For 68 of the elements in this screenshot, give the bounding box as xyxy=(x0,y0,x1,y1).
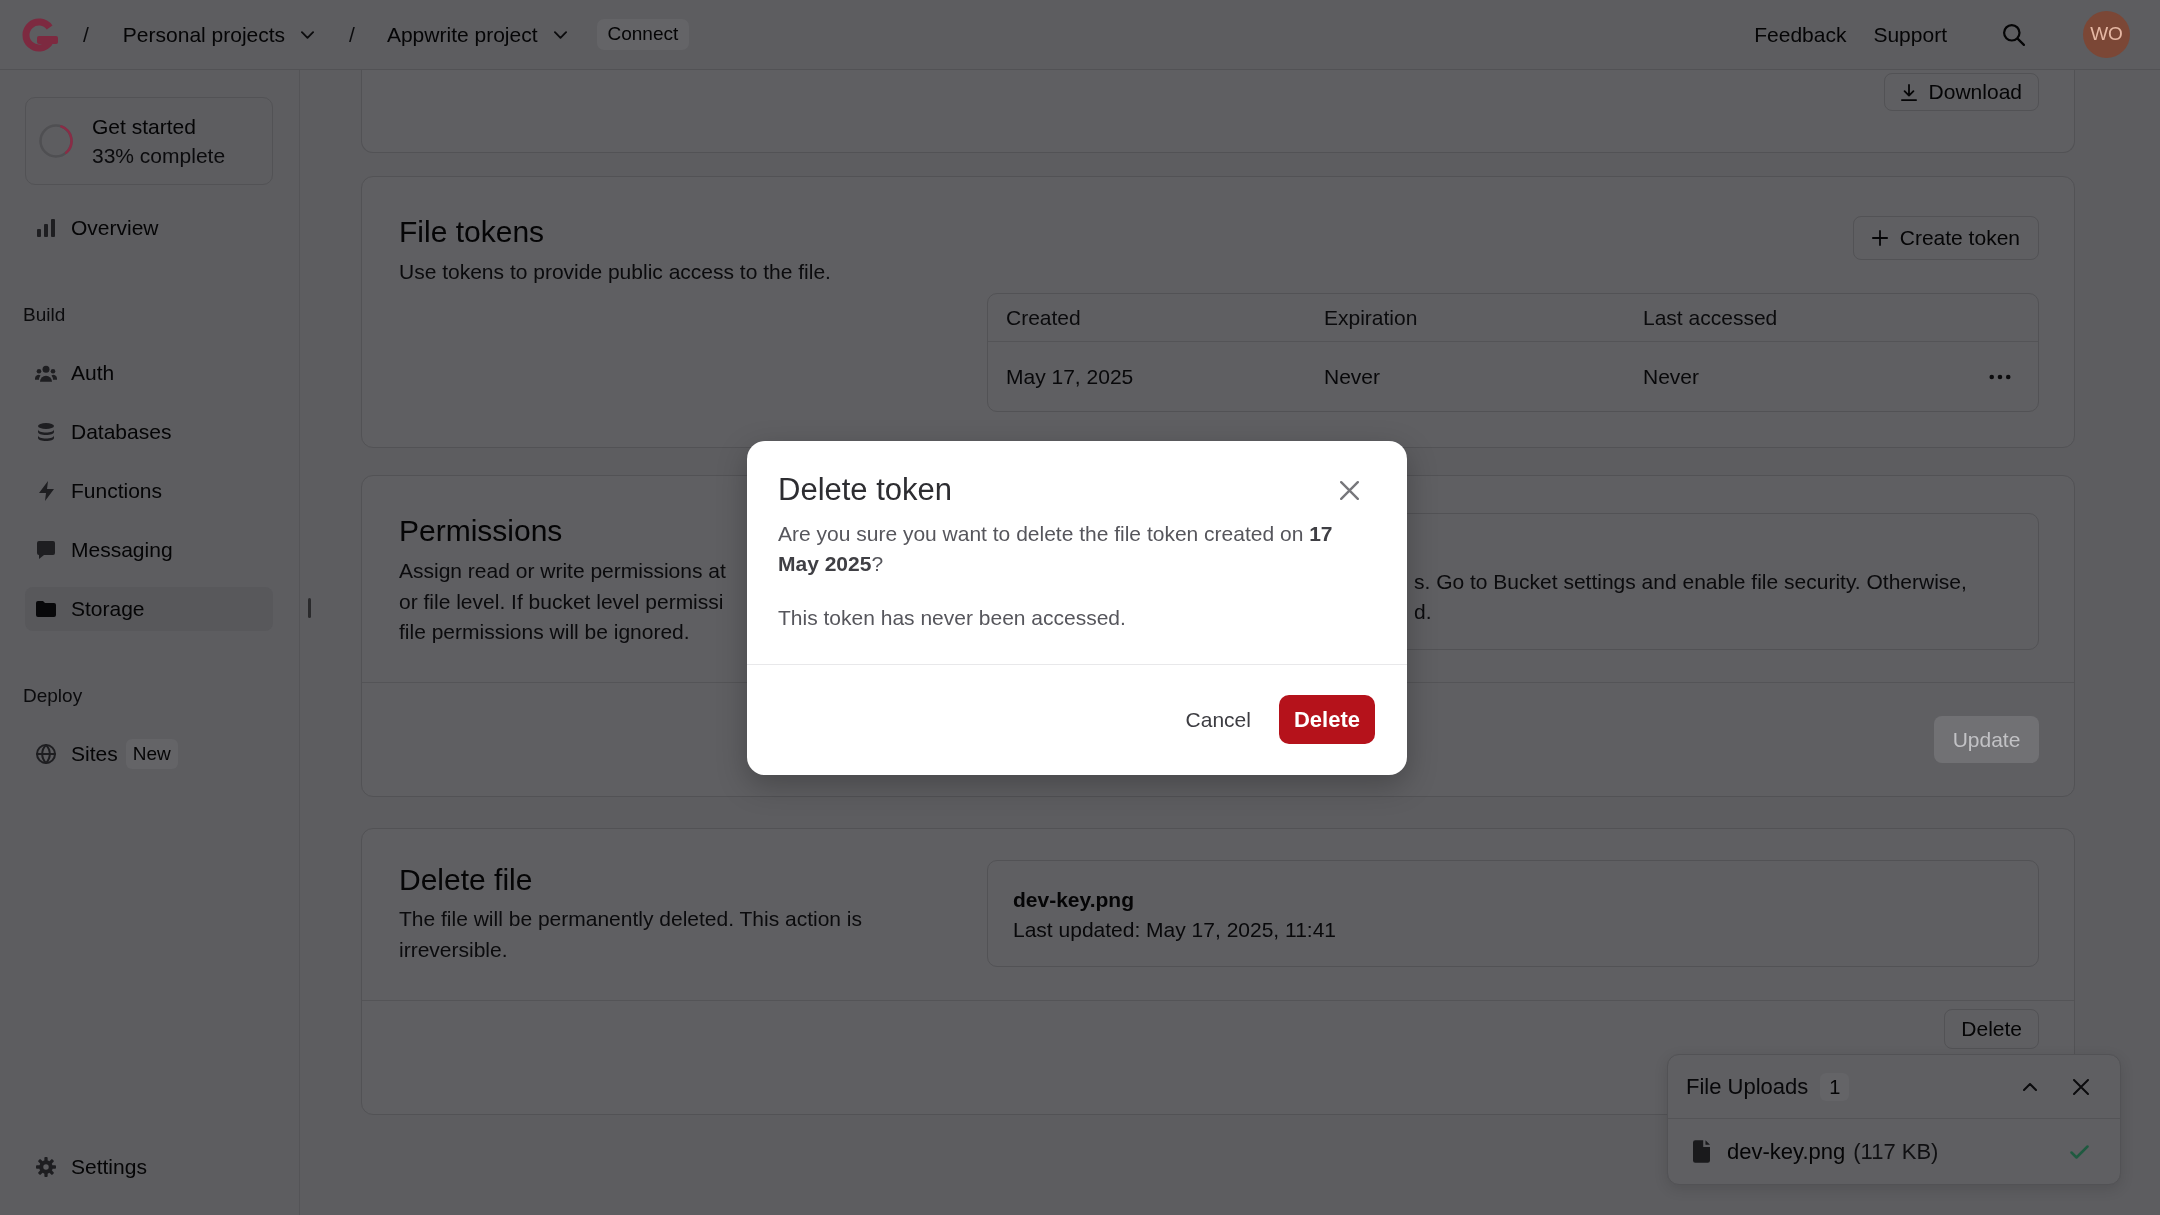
chevron-down-icon xyxy=(553,30,567,39)
header-link[interactable]: Feedback xyxy=(1754,18,1847,51)
last-updated-text: Last updated: May 17, 2025, 11:41 xyxy=(1013,917,1337,943)
sidebar-nav-item[interactable]: Auth xyxy=(25,351,273,395)
lightning-bolt-icon xyxy=(38,481,54,501)
sidebar-nav-item[interactable]: Settings xyxy=(25,1145,273,1189)
file-name: dev-key.png xyxy=(1013,887,1134,913)
breadcrumb-separator: / xyxy=(349,21,355,48)
progress-subtitle: 33% complete xyxy=(92,143,226,169)
sidebar-nav-item[interactable]: Sites New xyxy=(25,732,273,776)
download-icon xyxy=(1900,83,1917,101)
close-icon[interactable] xyxy=(2073,1078,2089,1095)
progress-title: Get started xyxy=(92,114,196,140)
confirm-delete-button[interactable]: Delete xyxy=(1278,695,1375,744)
section-heading: Build xyxy=(23,303,66,327)
create-token-button[interactable]: Create token xyxy=(1852,216,2039,260)
breadcrumb-dropdown[interactable]: Personal projects xyxy=(122,18,315,51)
header-link[interactable]: Support xyxy=(1873,18,1947,51)
column-header: Last accessed xyxy=(1643,305,1778,329)
folder-icon xyxy=(36,601,56,617)
file-icon xyxy=(1693,1140,1710,1163)
section-title: Permissions xyxy=(399,513,563,549)
close-icon[interactable] xyxy=(1340,480,1359,500)
breadcrumb-dropdown[interactable]: Appwrite project xyxy=(386,18,567,51)
dialog-title: Delete token xyxy=(778,471,953,509)
settings-icon xyxy=(36,1157,56,1177)
table-cell: Never xyxy=(1643,364,1700,388)
sidebar-nav-item[interactable]: Databases xyxy=(25,410,273,454)
upload-file-name: dev-key.png xyxy=(1727,1138,1846,1166)
chat-bubble-icon xyxy=(37,541,55,559)
plus-icon xyxy=(1871,230,1888,246)
column-header: Expiration xyxy=(1324,305,1418,329)
delete-file-button[interactable]: Delete xyxy=(1944,1009,2039,1049)
sidebar-nav-item[interactable]: Functions xyxy=(25,469,273,513)
bar-chart-icon xyxy=(37,219,55,237)
column-header: Created xyxy=(1006,305,1081,329)
sidebar-nav-item[interactable]: Storage xyxy=(25,587,273,631)
section-description: Use tokens to provide public access to the file. xyxy=(399,259,831,285)
sidebar-nav-item[interactable]: Overview xyxy=(25,206,273,250)
count-badge: 1 xyxy=(1820,1072,1850,1101)
database-icon xyxy=(38,423,54,441)
chevron-down-icon xyxy=(301,30,315,39)
progress-card[interactable]: Get started 33% complete xyxy=(25,97,273,185)
user-avatar[interactable]: WO xyxy=(2083,11,2130,58)
download-button[interactable]: Download xyxy=(1883,73,2039,111)
feature-badge: New xyxy=(125,739,178,769)
more-icon[interactable] xyxy=(1989,373,2011,380)
users-icon xyxy=(35,364,57,382)
resize-handle[interactable] xyxy=(308,598,311,618)
table-cell: May 17, 2025 xyxy=(1006,364,1134,388)
section-title: Delete file xyxy=(399,862,533,898)
connect-button[interactable]: Connect xyxy=(596,19,690,50)
section-title: File tokens xyxy=(399,214,545,250)
upload-file-size: (117 KB) xyxy=(1853,1138,1939,1166)
table-cell: Never xyxy=(1324,364,1381,388)
section-heading: Deploy xyxy=(23,684,83,708)
breadcrumb-separator: / xyxy=(83,21,89,48)
section-description: Assign read or write permissions at or file level. If bucket level permissi file permissions will be ignored. xyxy=(399,558,726,645)
panel-title: File Uploads xyxy=(1686,1073,1809,1101)
section-description: The file will be permanently deleted. This action is irreversible. xyxy=(399,906,863,963)
globe-icon xyxy=(36,744,56,764)
cancel-button[interactable]: Cancel xyxy=(1185,703,1251,736)
notice-text: s. Go to Bucket settings and enable file security. Otherwise, d. xyxy=(1414,569,1968,625)
search-icon[interactable] xyxy=(2003,23,2025,46)
chevron-up-icon[interactable] xyxy=(2023,1082,2037,1091)
dialog-message: Are you sure you want to delete the file token created on 17 May 2025? xyxy=(778,521,1334,577)
dialog-note: This token has never been accessed. xyxy=(778,605,1127,631)
sidebar-nav-item[interactable]: Messaging xyxy=(25,528,273,572)
